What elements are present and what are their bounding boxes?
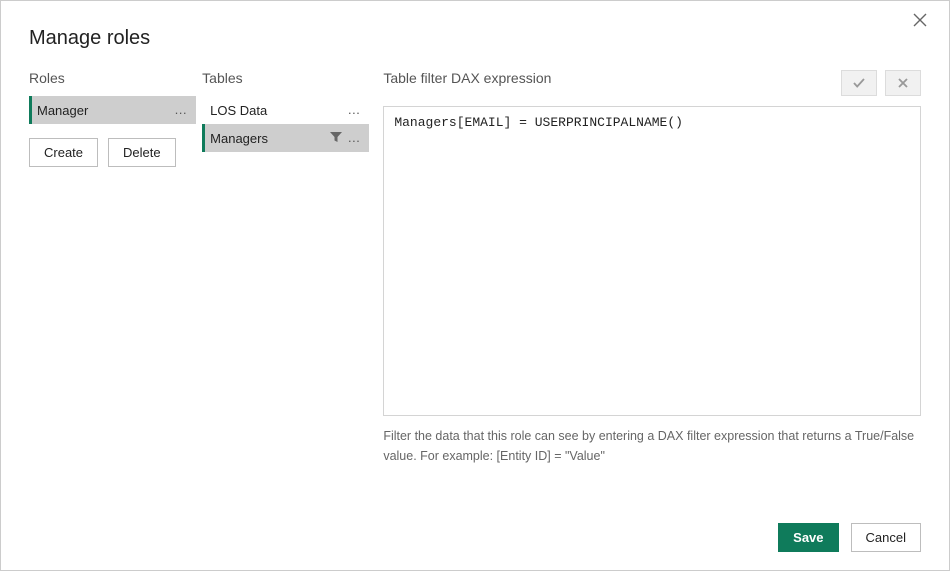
filter-icon	[329, 130, 343, 147]
revert-filter-button[interactable]	[885, 70, 921, 96]
dialog-title: Manage roles	[29, 27, 921, 50]
table-item[interactable]: Managers …	[202, 124, 369, 152]
dax-expression-input[interactable]: Managers[EMAIL] = USERPRINCIPALNAME()	[383, 106, 921, 416]
save-button[interactable]: Save	[778, 523, 838, 552]
dialog-footer: Save Cancel	[29, 523, 921, 552]
cancel-button[interactable]: Cancel	[851, 523, 921, 552]
manage-roles-dialog: Manage roles Roles Manager … Create Dele…	[0, 0, 950, 571]
more-icon[interactable]: …	[347, 107, 361, 113]
roles-column: Roles Manager … Create Delete	[29, 70, 196, 509]
roles-list: Manager …	[29, 96, 196, 124]
table-label: LOS Data	[210, 103, 347, 118]
roles-header: Roles	[29, 70, 196, 86]
tables-list: LOS Data … Managers …	[202, 96, 369, 152]
tables-header: Tables	[202, 70, 369, 86]
close-button[interactable]	[913, 13, 933, 33]
apply-filter-button[interactable]	[841, 70, 877, 96]
table-label: Managers	[210, 131, 329, 146]
role-item[interactable]: Manager …	[29, 96, 196, 124]
dialog-body: Roles Manager … Create Delete Tables LOS…	[29, 70, 921, 509]
delete-role-button[interactable]: Delete	[108, 138, 176, 167]
role-label: Manager	[37, 103, 174, 118]
create-role-button[interactable]: Create	[29, 138, 98, 167]
more-icon[interactable]: …	[174, 107, 188, 113]
filter-helper-text: Filter the data that this role can see b…	[383, 426, 921, 466]
table-item[interactable]: LOS Data …	[202, 96, 369, 124]
tables-column: Tables LOS Data … Managers …	[202, 70, 369, 509]
filter-header: Table filter DAX expression	[383, 70, 833, 86]
filter-column: Table filter DAX expression Managers[EMA…	[383, 70, 921, 509]
more-icon[interactable]: …	[347, 135, 361, 141]
